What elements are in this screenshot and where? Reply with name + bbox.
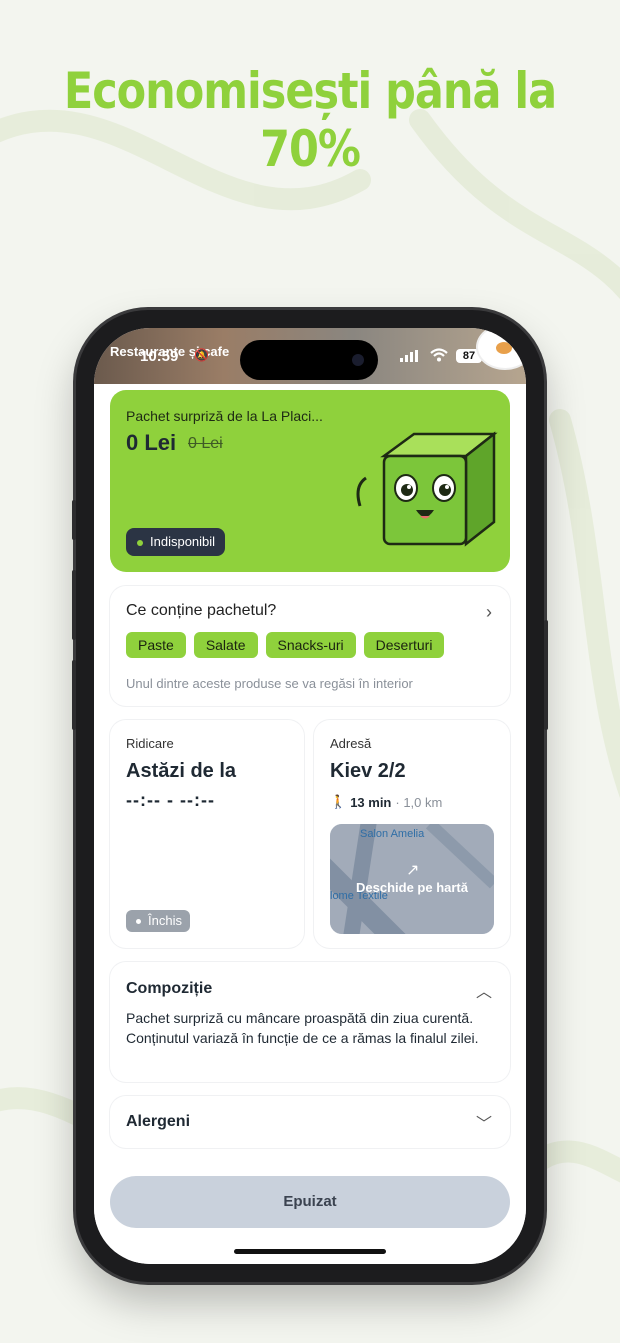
composition-card[interactable]: Compoziție ︿ Pachet surpriză cu mâncare … xyxy=(110,962,510,1082)
silent-bell-icon: 🔕 xyxy=(194,348,209,362)
chip-desserts: Deserturi xyxy=(363,632,445,658)
walk-distance: · 1,0 km xyxy=(395,794,443,810)
signal-icon xyxy=(400,350,418,362)
offer-price: 0 Lei xyxy=(126,430,177,455)
pickup-card: Ridicare Astăzi de la --:-- - --:-- Înch… xyxy=(110,720,304,948)
pickup-time: --:-- - --:-- xyxy=(126,790,215,810)
offer-old-price: 0 Lei xyxy=(188,435,223,452)
package-contents-title: Ce conține pachetul? xyxy=(126,602,277,619)
allergens-title: Alergeni xyxy=(126,1113,191,1130)
package-contents-note: Unul dintre aceste produse se va regăsi … xyxy=(126,676,413,691)
home-indicator[interactable] xyxy=(234,1249,386,1254)
action-button xyxy=(72,500,76,540)
status-time: 10:59 xyxy=(140,348,179,365)
pickup-label: Ridicare xyxy=(126,736,174,751)
offer-detail: Pachet surpriză de la La Placi... 0 Lei … xyxy=(94,384,526,1264)
chevron-right-icon: › xyxy=(486,602,492,622)
composition-text: Pachet surpriză cu mâncare proaspătă din… xyxy=(126,1010,479,1046)
arrow-up-right-icon: ↗ xyxy=(406,862,420,879)
camera-icon xyxy=(352,354,364,366)
closed-badge: Închis xyxy=(126,910,190,932)
composition-title: Compoziție xyxy=(126,980,213,997)
promo-headline: Economisești până la 70% xyxy=(63,62,557,178)
chip-pasta: Paste xyxy=(126,632,186,658)
volume-down-button xyxy=(72,660,76,730)
sold-out-button[interactable]: Epuizat xyxy=(110,1176,510,1228)
offer-title: Pachet surpriză de la La Placi... xyxy=(126,408,323,424)
power-button xyxy=(544,620,548,730)
phone-frame: Restaurante și cafe 10:59 🔕 87 Pachet su… xyxy=(72,310,548,1282)
address-card: Adresă Kiev 2/2 🚶 13 min · 1,0 km Salon … xyxy=(314,720,510,948)
store-logo-avatar[interactable] xyxy=(476,328,526,370)
dynamic-island xyxy=(240,340,378,380)
chevron-up-icon[interactable]: ︿ xyxy=(476,978,492,1002)
walk-info: 🚶 13 min · 1,0 km xyxy=(330,794,442,810)
offer-card: Pachet surpriză de la La Placi... 0 Lei … xyxy=(110,390,510,572)
header-image: Restaurante și cafe 10:59 🔕 87 xyxy=(94,328,526,384)
wifi-icon xyxy=(430,348,448,362)
walk-time: 13 min xyxy=(350,794,392,810)
chevron-down-icon[interactable]: ﹀ xyxy=(476,1110,492,1134)
chip-snacks: Snacks-uri xyxy=(265,632,356,658)
open-map-button[interactable]: Deschide pe hartă xyxy=(330,880,494,895)
category-chips: Paste Salate Snacks-uri Deserturi xyxy=(126,632,445,658)
chip-salads: Salate xyxy=(193,632,258,658)
address-label: Adresă xyxy=(330,736,372,751)
volume-up-button xyxy=(72,570,76,640)
address-value: Kiev 2/2 xyxy=(330,760,406,782)
phone-screen: Restaurante și cafe 10:59 🔕 87 Pachet su… xyxy=(94,328,526,1264)
walking-person-icon: 🚶 xyxy=(330,794,347,809)
availability-badge: Indisponibil xyxy=(126,528,226,556)
pickup-value: Astăzi de la xyxy=(126,760,237,782)
allergens-card[interactable]: Alergeni ﹀ xyxy=(110,1096,510,1148)
box-mascot-icon xyxy=(356,431,498,547)
map-thumbnail[interactable]: Salon Amelia lome Textile ↗ Deschide pe … xyxy=(330,824,494,934)
map-label-poi: Salon Amelia xyxy=(360,828,425,840)
package-contents-card[interactable]: Ce conține pachetul? › Paste Salate Snac… xyxy=(110,586,510,706)
